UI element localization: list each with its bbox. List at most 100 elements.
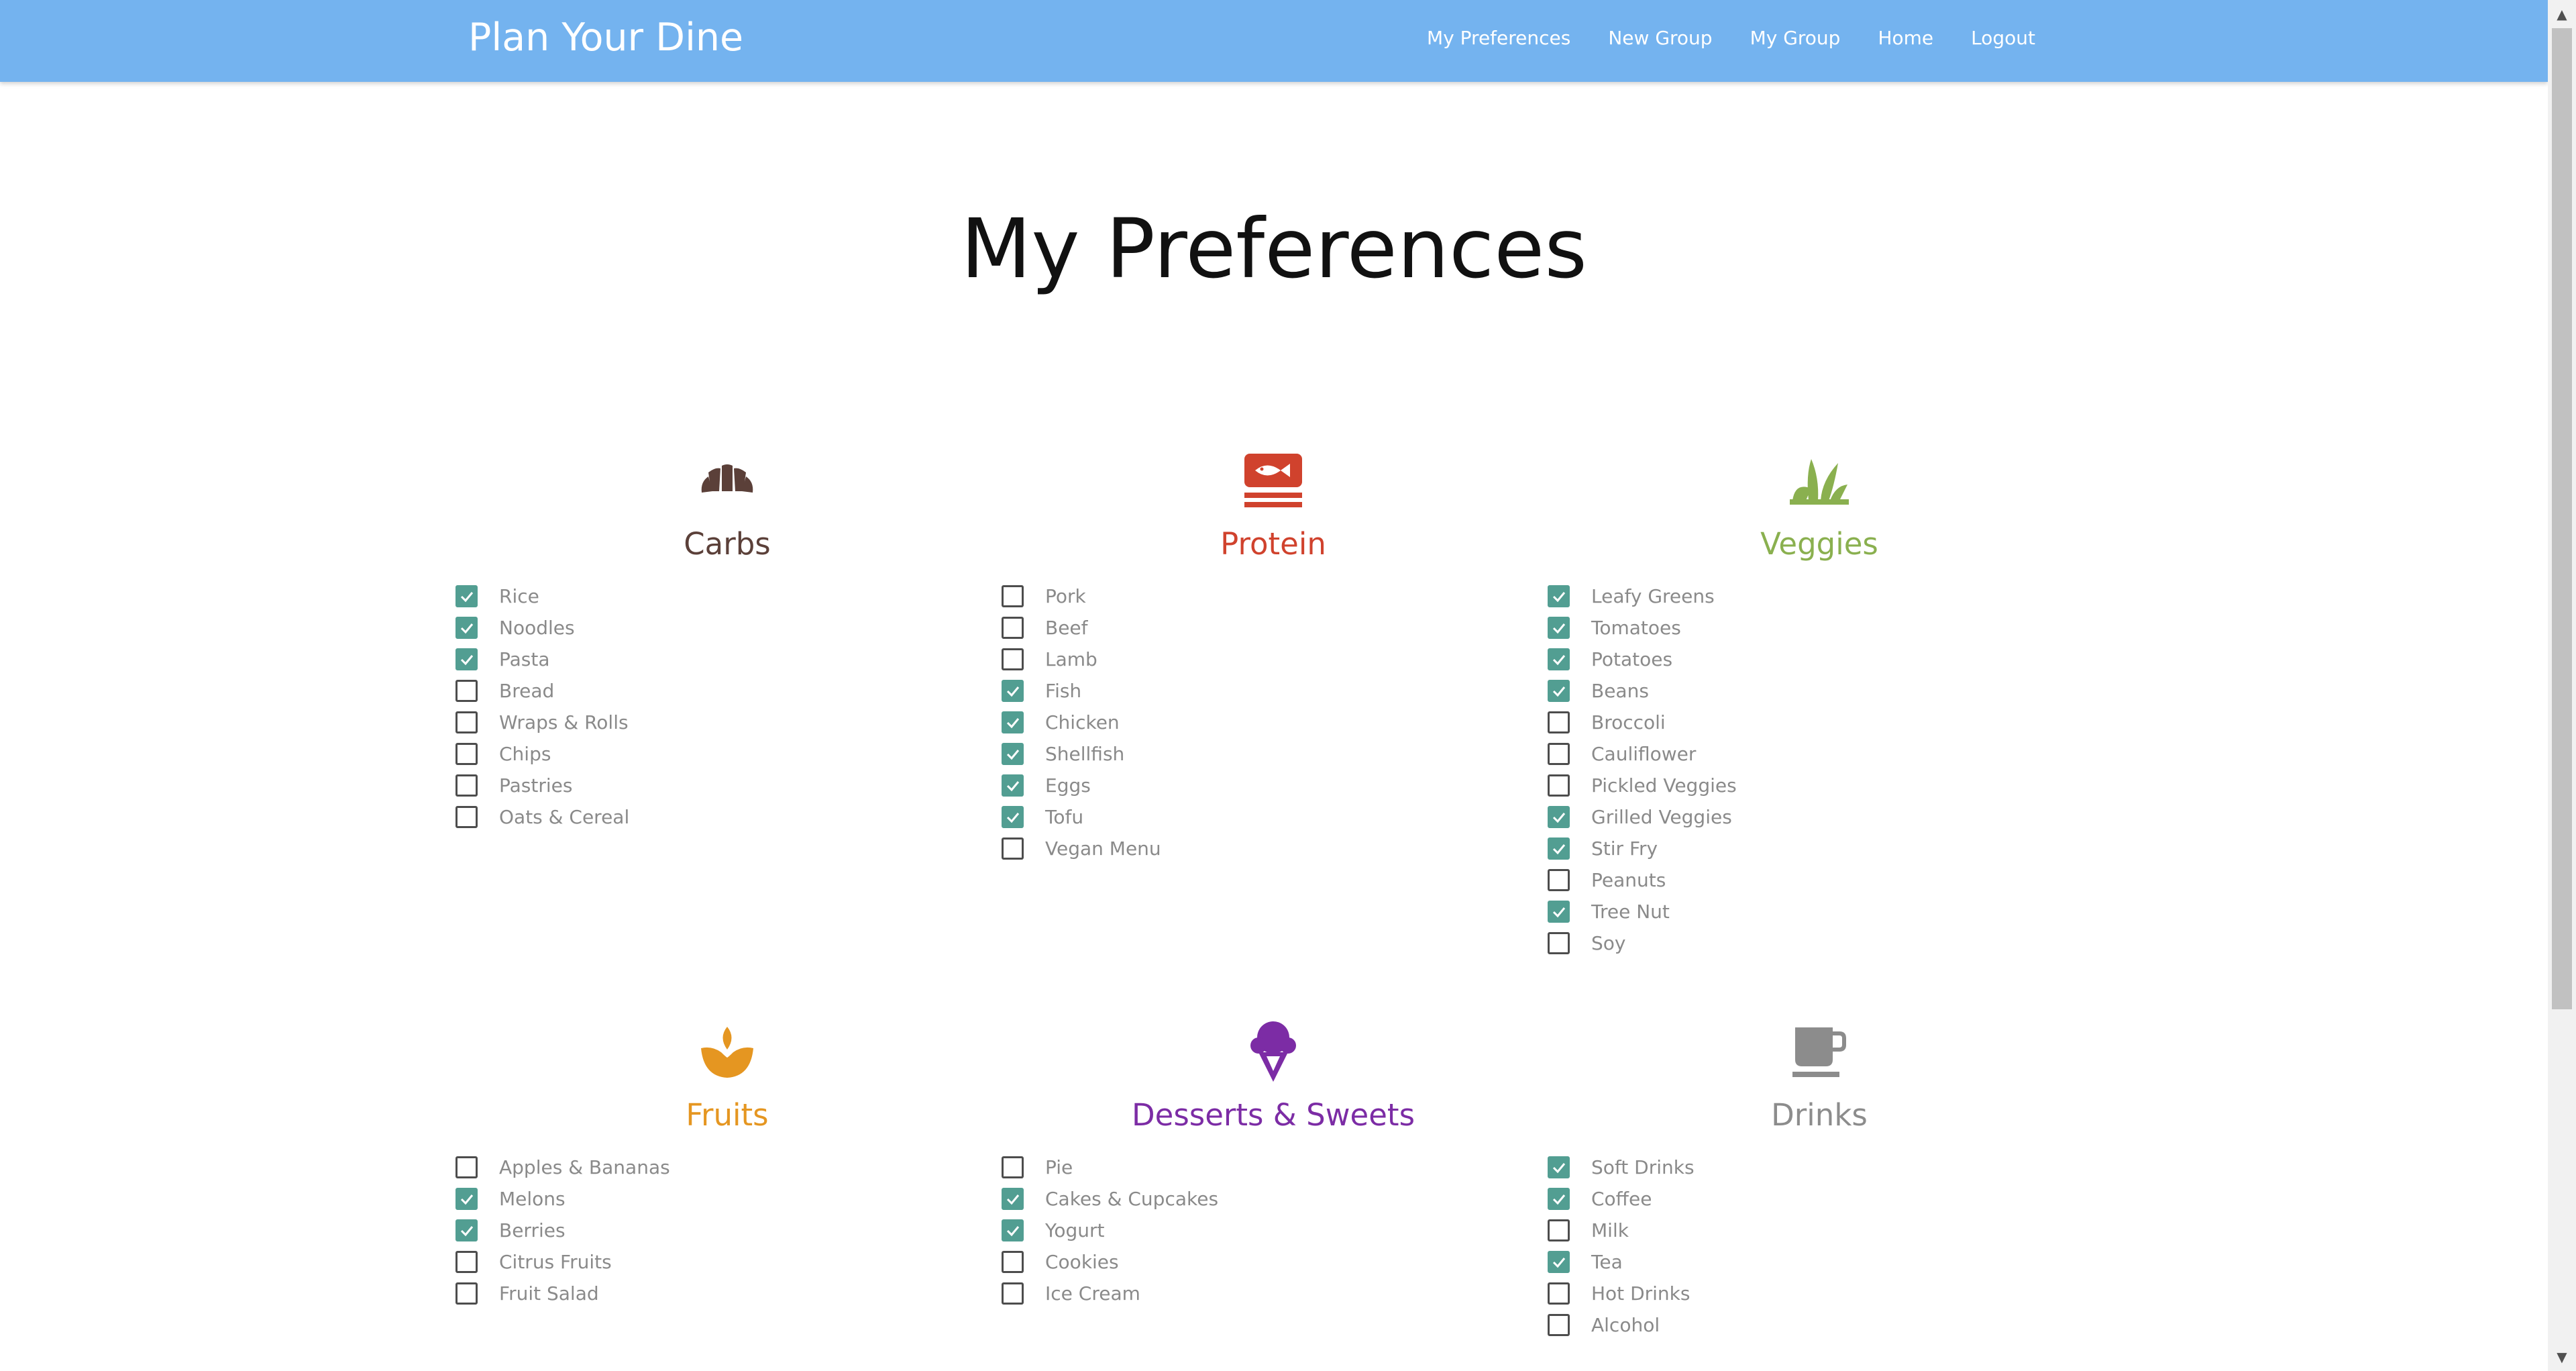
checkbox[interactable] [455,1251,478,1273]
option-citrus-fruits[interactable]: Citrus Fruits [454,1246,670,1278]
option-pie[interactable]: Pie [1000,1152,1218,1183]
brand-logo[interactable]: Plan Your Dine [468,19,743,57]
checkbox[interactable] [455,743,478,765]
option-bread[interactable]: Bread [454,675,629,707]
checkbox[interactable] [1548,806,1570,828]
option-beans[interactable]: Beans [1546,675,1737,707]
checkbox[interactable] [1002,680,1024,702]
option-shellfish[interactable]: Shellfish [1000,738,1161,770]
checkbox[interactable] [1548,932,1570,954]
checkbox[interactable] [1548,837,1570,860]
checkbox[interactable] [1002,617,1024,639]
option-tree-nut[interactable]: Tree Nut [1546,896,1737,927]
checkbox[interactable] [1548,1314,1570,1336]
checkbox[interactable] [1548,774,1570,797]
checkbox[interactable] [1002,1282,1024,1305]
checkbox[interactable] [1548,1219,1570,1241]
option-coffee[interactable]: Coffee [1546,1183,1695,1215]
option-yogurt[interactable]: Yogurt [1000,1215,1218,1246]
option-vegan-menu[interactable]: Vegan Menu [1000,833,1161,864]
checkbox[interactable] [455,585,478,607]
checkbox[interactable] [455,806,478,828]
checkbox[interactable] [1548,617,1570,639]
checkbox[interactable] [1548,1188,1570,1210]
option-soy[interactable]: Soy [1546,927,1737,959]
option-wraps-rolls[interactable]: Wraps & Rolls [454,707,629,738]
checkbox[interactable] [1002,585,1024,607]
option-potatoes[interactable]: Potatoes [1546,644,1737,675]
checkbox[interactable] [1002,1188,1024,1210]
option-chips[interactable]: Chips [454,738,629,770]
option-cakes-cupcakes[interactable]: Cakes & Cupcakes [1000,1183,1218,1215]
checkbox[interactable] [1002,711,1024,733]
checkbox[interactable] [1548,1251,1570,1273]
option-melons[interactable]: Melons [454,1183,670,1215]
option-soft-drinks[interactable]: Soft Drinks [1546,1152,1695,1183]
checkbox[interactable] [455,711,478,733]
nav-link-new-group[interactable]: New Group [1608,29,1712,48]
checkbox[interactable] [1002,774,1024,797]
option-tea[interactable]: Tea [1546,1246,1695,1278]
option-lamb[interactable]: Lamb [1000,644,1161,675]
checkbox[interactable] [1548,869,1570,891]
checkbox[interactable] [1002,1251,1024,1273]
vertical-scrollbar[interactable]: ▲ ▼ [2548,0,2576,1371]
nav-link-logout[interactable]: Logout [1971,29,2035,48]
checkbox[interactable] [455,648,478,670]
scrollbar-thumb[interactable] [2552,28,2572,1009]
option-pasta[interactable]: Pasta [454,644,629,675]
option-tofu[interactable]: Tofu [1000,801,1161,833]
option-pickled-veggies[interactable]: Pickled Veggies [1546,770,1737,801]
option-tomatoes[interactable]: Tomatoes [1546,612,1737,644]
option-ice-cream[interactable]: Ice Cream [1000,1278,1218,1309]
checkbox[interactable] [1548,648,1570,670]
checkbox[interactable] [1002,806,1024,828]
option-oats-cereal[interactable]: Oats & Cereal [454,801,629,833]
option-fish[interactable]: Fish [1000,675,1161,707]
option-fruit-salad[interactable]: Fruit Salad [454,1278,670,1309]
option-stir-fry[interactable]: Stir Fry [1546,833,1737,864]
option-cookies[interactable]: Cookies [1000,1246,1218,1278]
option-eggs[interactable]: Eggs [1000,770,1161,801]
nav-link-my-group[interactable]: My Group [1750,29,1841,48]
checkbox[interactable] [1002,648,1024,670]
nav-link-my-preferences[interactable]: My Preferences [1427,29,1570,48]
nav-link-home[interactable]: Home [1878,29,1933,48]
option-hot-drinks[interactable]: Hot Drinks [1546,1278,1695,1309]
checkbox[interactable] [1002,1219,1024,1241]
option-pastries[interactable]: Pastries [454,770,629,801]
checkbox[interactable] [455,680,478,702]
checkbox[interactable] [455,1282,478,1305]
checkbox[interactable] [1548,1282,1570,1305]
option-alcohol[interactable]: Alcohol [1546,1309,1695,1341]
option-peanuts[interactable]: Peanuts [1546,864,1737,896]
checkbox[interactable] [455,1219,478,1241]
option-chicken[interactable]: Chicken [1000,707,1161,738]
checkbox[interactable] [1548,711,1570,733]
option-beef[interactable]: Beef [1000,612,1161,644]
option-cauliflower[interactable]: Cauliflower [1546,738,1737,770]
checkbox[interactable] [1548,901,1570,923]
checkbox[interactable] [1002,743,1024,765]
scroll-down-arrow-icon[interactable]: ▼ [2548,1343,2576,1371]
option-broccoli[interactable]: Broccoli [1546,707,1737,738]
checkbox[interactable] [1548,585,1570,607]
option-milk[interactable]: Milk [1546,1215,1695,1246]
scroll-up-arrow-icon[interactable]: ▲ [2548,0,2576,28]
checkbox[interactable] [455,1188,478,1210]
option-apples-bananas[interactable]: Apples & Bananas [454,1152,670,1183]
checkbox[interactable] [1002,1156,1024,1178]
checkbox[interactable] [1548,1156,1570,1178]
checkbox[interactable] [455,617,478,639]
option-leafy-greens[interactable]: Leafy Greens [1546,580,1737,612]
option-rice[interactable]: Rice [454,580,629,612]
checkbox[interactable] [1002,837,1024,860]
checkbox[interactable] [455,774,478,797]
checkbox[interactable] [455,1156,478,1178]
option-noodles[interactable]: Noodles [454,612,629,644]
option-berries[interactable]: Berries [454,1215,670,1246]
option-grilled-veggies[interactable]: Grilled Veggies [1546,801,1737,833]
option-pork[interactable]: Pork [1000,580,1161,612]
checkbox[interactable] [1548,743,1570,765]
checkbox[interactable] [1548,680,1570,702]
